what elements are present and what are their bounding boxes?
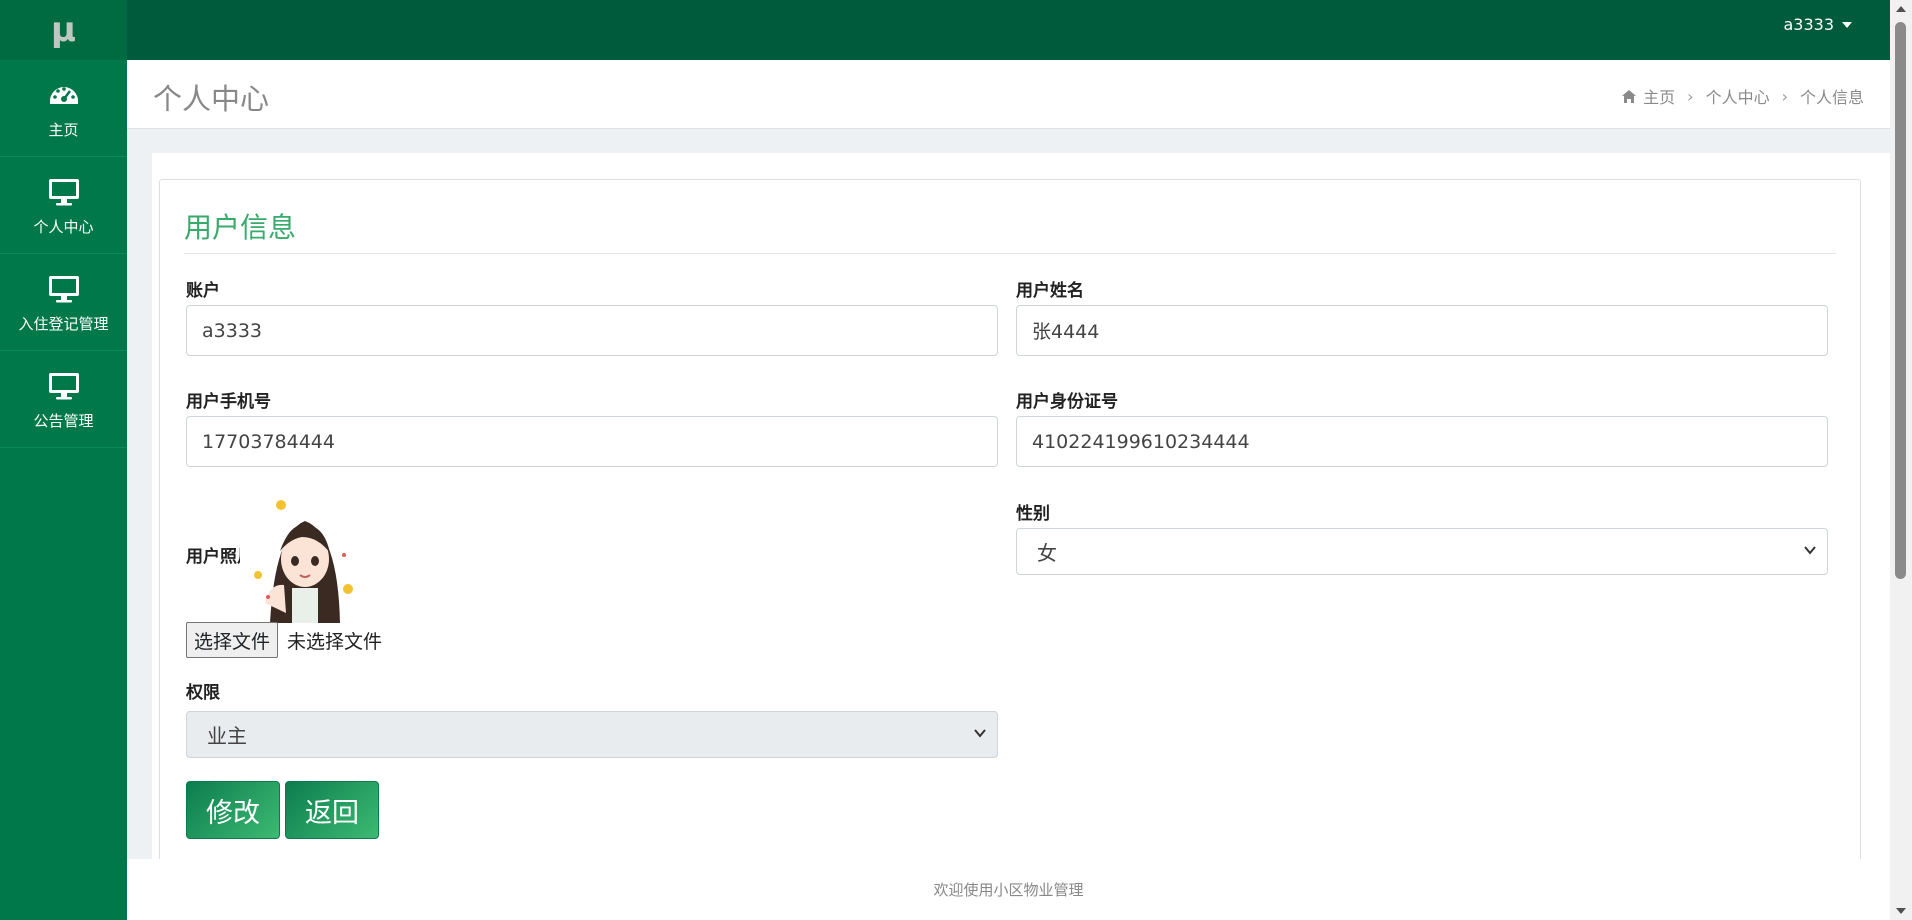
- phone-field[interactable]: 17703784444: [186, 416, 998, 467]
- gender-value: 女: [1037, 541, 1057, 565]
- idcard-field[interactable]: 410224199610234444: [1016, 416, 1828, 467]
- user-info-card: 用户信息 账户 a3333 用户姓名 张4444 用户手机号 177037844…: [159, 179, 1861, 881]
- chevron-right-icon: ›: [1781, 86, 1788, 106]
- breadcrumb: 主页 › 个人中心 › 个人信息: [1621, 84, 1864, 108]
- content-area: 用户信息 账户 a3333 用户姓名 张4444 用户手机号 177037844…: [152, 153, 1896, 881]
- gender-label: 性别: [1016, 504, 1050, 524]
- sidebar-item-label: 个人中心: [33, 217, 94, 236]
- scrollbar-thumb[interactable]: [1895, 22, 1906, 579]
- sidebar-item-label: 入住登记管理: [18, 314, 109, 333]
- account-label: 账户: [186, 281, 220, 301]
- home-icon: [1622, 89, 1637, 103]
- account-field[interactable]: a3333: [186, 305, 998, 356]
- sidebar-item-notice-management[interactable]: 公告管理: [0, 351, 127, 448]
- card-title: 用户信息: [184, 211, 297, 244]
- user-photo: [240, 493, 370, 623]
- chevron-down-icon: [974, 729, 986, 738]
- gender-select[interactable]: 女: [1016, 528, 1828, 575]
- scroll-down-icon[interactable]: [1896, 908, 1906, 914]
- footer: 欢迎使用小区物业管理: [127, 859, 1890, 920]
- monitor-icon: [48, 275, 79, 302]
- breadcrumb-home[interactable]: 主页: [1621, 84, 1675, 108]
- sidebar-item-personal-center[interactable]: 个人中心: [0, 157, 127, 254]
- user-menu[interactable]: a3333: [1783, 15, 1852, 34]
- dashboard-icon: [49, 86, 78, 104]
- top-navbar: a3333: [127, 0, 1890, 60]
- choose-file-button[interactable]: 选择文件: [186, 622, 279, 658]
- page-scrollbar[interactable]: [1890, 0, 1912, 920]
- idcard-label: 用户身份证号: [1016, 392, 1118, 412]
- file-status: 未选择文件: [287, 631, 383, 653]
- breadcrumb-personal-info: 个人信息: [1799, 88, 1864, 107]
- scroll-up-icon[interactable]: [1896, 6, 1906, 12]
- phone-label: 用户手机号: [186, 392, 271, 412]
- breadcrumb-personal-center[interactable]: 个人中心: [1706, 84, 1770, 108]
- chevron-down-icon: [1804, 546, 1816, 555]
- role-value: 业主: [207, 724, 247, 748]
- name-field[interactable]: 张4444: [1016, 305, 1828, 356]
- back-button[interactable]: 返回: [285, 781, 379, 839]
- footer-text: 欢迎使用小区物业管理: [933, 881, 1084, 899]
- chevron-right-icon: ›: [1687, 86, 1694, 106]
- modify-button[interactable]: 修改: [186, 781, 280, 839]
- breadcrumb-label: 主页: [1643, 88, 1676, 107]
- sidebar-item-label: 主页: [48, 120, 79, 139]
- brand-logo: μ: [0, 0, 127, 60]
- page-title: 个人中心: [153, 82, 270, 116]
- sidebar-item-label: 公告管理: [33, 411, 94, 430]
- monitor-icon: [48, 178, 79, 205]
- caret-down-icon: [1842, 21, 1852, 28]
- divider: [184, 253, 1836, 254]
- role-select[interactable]: 业主: [186, 711, 998, 758]
- sidebar-item-home[interactable]: 主页: [0, 60, 127, 157]
- sidebar: μ 主页 个人中心 入住登记管理 公告管理: [0, 0, 127, 920]
- name-label: 用户姓名: [1016, 281, 1084, 301]
- username: a3333: [1783, 15, 1834, 34]
- monitor-icon: [48, 372, 79, 399]
- sidebar-item-checkin-management[interactable]: 入住登记管理: [0, 254, 127, 351]
- page-header: 个人中心 主页 › 个人中心 › 个人信息: [127, 60, 1890, 129]
- role-label: 权限: [186, 683, 220, 703]
